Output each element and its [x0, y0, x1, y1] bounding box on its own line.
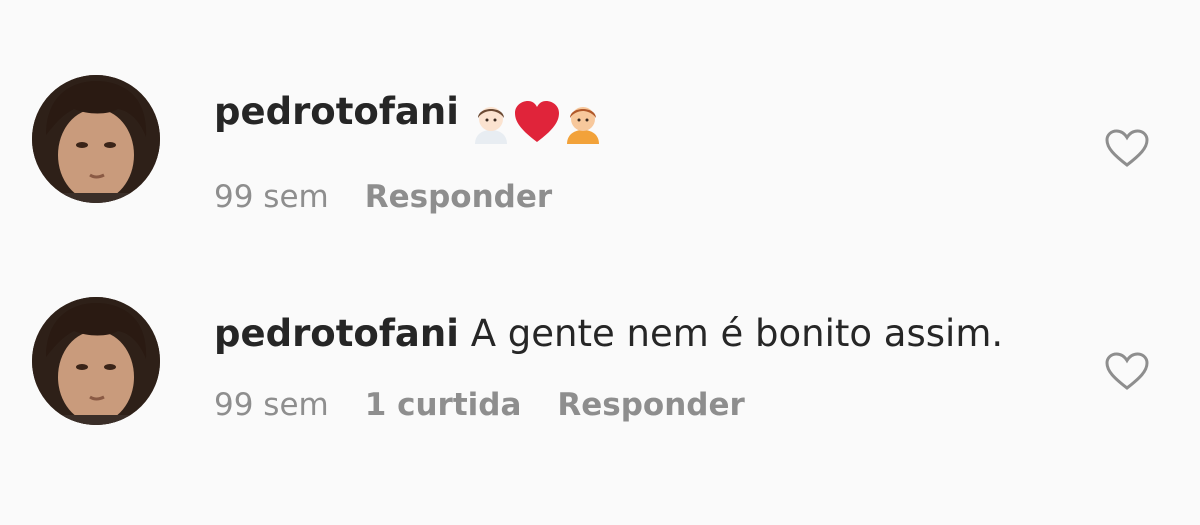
- likes-count[interactable]: 1 curtida: [365, 387, 522, 423]
- comment-time: 99 sem: [214, 387, 329, 423]
- boy-emoji: [474, 106, 507, 144]
- avatar[interactable]: [32, 75, 160, 203]
- heart-outline-icon: [1105, 352, 1149, 390]
- avatar[interactable]: [32, 297, 160, 425]
- like-button[interactable]: [1104, 128, 1150, 168]
- red-heart-emoji: [514, 100, 559, 142]
- avatar-photo: [32, 75, 160, 203]
- reply-button[interactable]: Responder: [557, 387, 744, 423]
- comment-text: pedrotofani: [214, 85, 1054, 147]
- comment-username[interactable]: pedrotofani: [214, 312, 459, 355]
- comment-meta: 99 sem Responder: [214, 179, 1054, 215]
- boy-emoji: [566, 106, 599, 144]
- comment-username[interactable]: pedrotofani: [214, 90, 459, 133]
- comment-meta: 99 sem 1 curtida Responder: [214, 387, 1054, 423]
- emoji-group: [469, 93, 605, 147]
- comment-body: A gente nem é bonito assim.: [470, 312, 1004, 355]
- comment-text: pedrotofani A gente nem é bonito assim.: [214, 307, 1054, 361]
- reply-button[interactable]: Responder: [365, 179, 552, 215]
- avatar-photo: [32, 297, 160, 425]
- heart-outline-icon: [1105, 129, 1149, 167]
- comment-time: 99 sem: [214, 179, 329, 215]
- like-button[interactable]: [1104, 351, 1150, 391]
